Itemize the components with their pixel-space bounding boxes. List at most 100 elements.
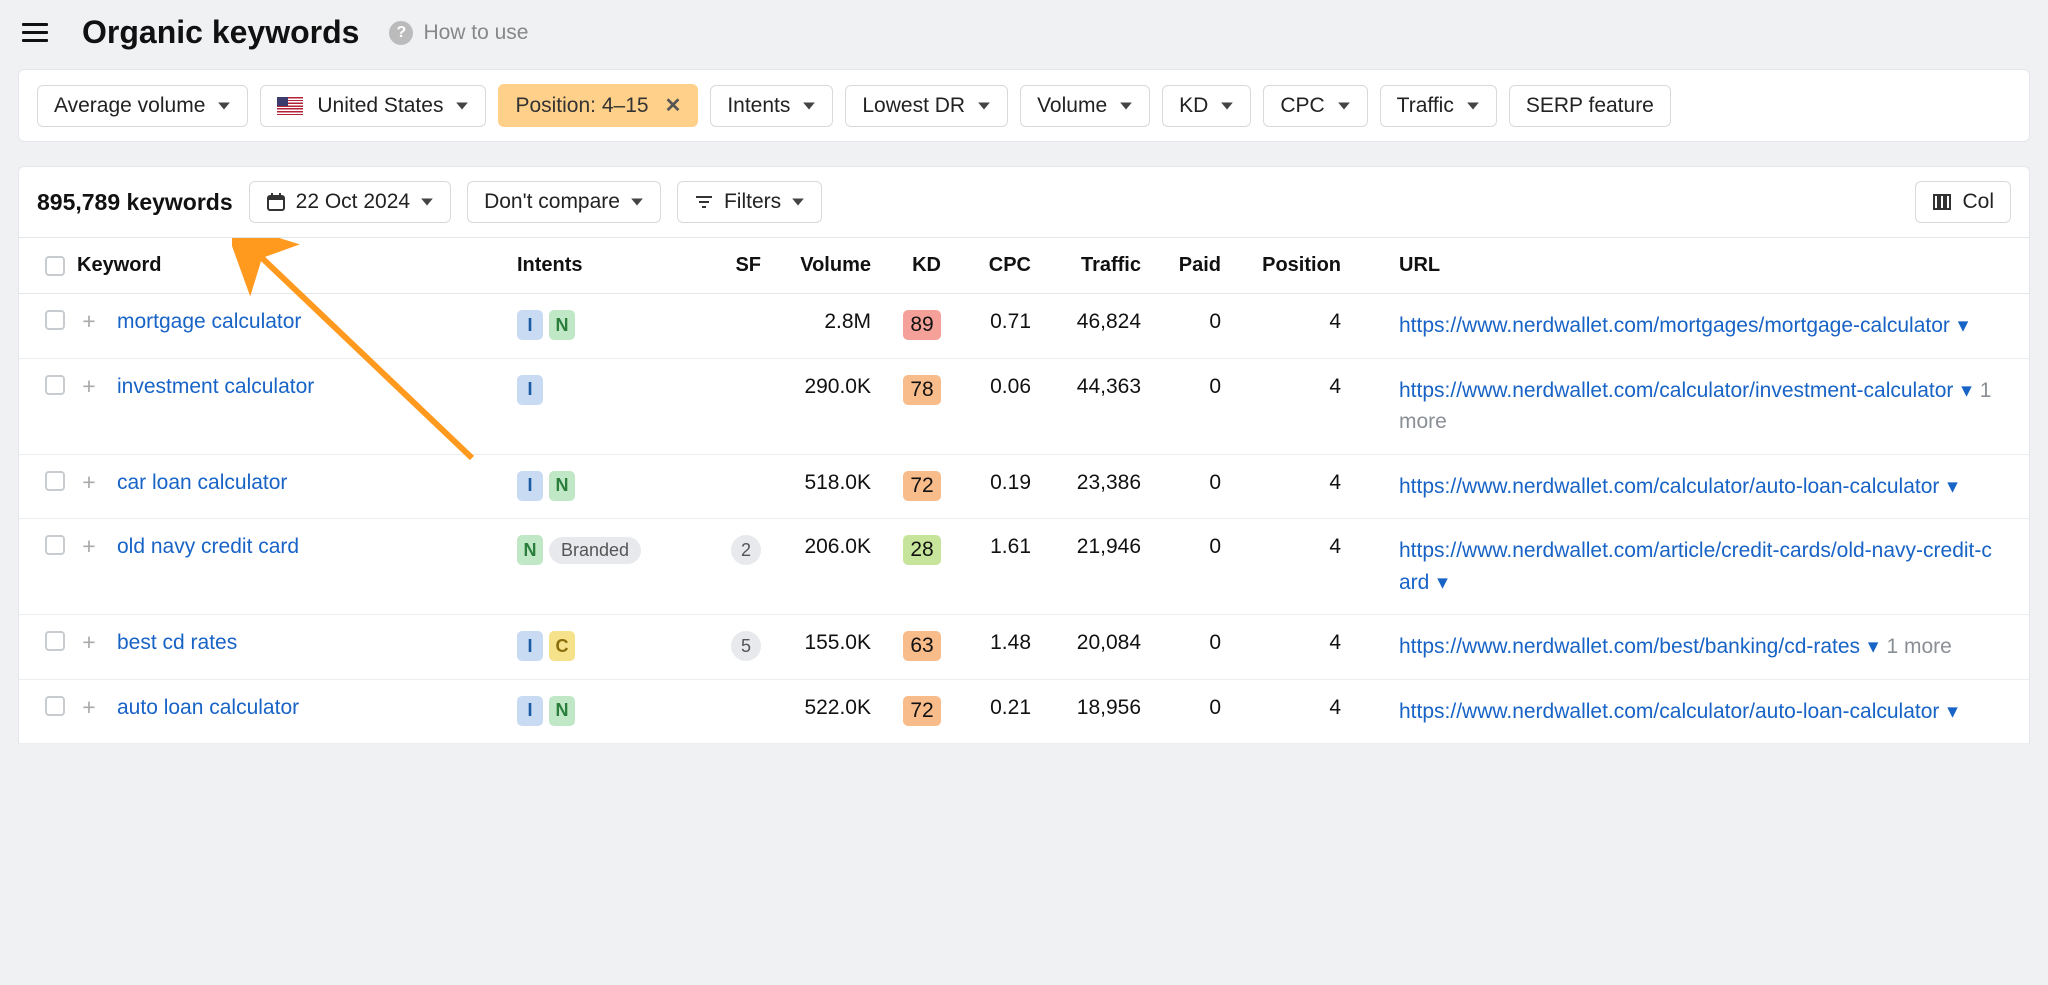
keywords-count: 895,789 keywords	[37, 189, 233, 216]
row-checkbox[interactable]	[45, 375, 65, 395]
url-cell[interactable]: https://www.nerdwallet.com/calculator/au…	[1349, 469, 2009, 505]
keyword-link[interactable]: best cd rates	[117, 631, 237, 654]
row-checkbox[interactable]	[45, 471, 65, 491]
toolbar: 895,789 keywords 22 Oct 2024 Don't compa…	[18, 166, 2030, 744]
add-keyword-button[interactable]: +	[69, 629, 109, 656]
help-icon: ?	[389, 21, 413, 45]
url-dropdown-icon[interactable]: ▾	[1941, 475, 1957, 498]
url-cell[interactable]: https://www.nerdwallet.com/mortgages/mor…	[1349, 308, 2009, 344]
filter-position-active[interactable]: Position: 4–15 ✕	[498, 84, 698, 127]
url-cell[interactable]: https://www.nerdwallet.com/calculator/in…	[1349, 373, 2009, 440]
col-volume[interactable]: Volume	[769, 250, 879, 281]
url-cell[interactable]: https://www.nerdwallet.com/article/credi…	[1349, 533, 2009, 600]
table-row: +best cd ratesIC5155.0K631.4820,08404htt…	[19, 615, 2029, 680]
intent-badge-i: I	[517, 631, 543, 661]
volume-cell: 518.0K	[769, 469, 879, 497]
page-title: Organic keywords	[82, 14, 359, 51]
kd-cell: 28	[879, 533, 949, 567]
intent-badge-i: I	[517, 310, 543, 340]
paid-cell: 0	[1149, 373, 1229, 401]
menu-icon[interactable]	[18, 19, 52, 46]
add-keyword-button[interactable]: +	[69, 373, 109, 400]
columns-button[interactable]: Col	[1915, 181, 2011, 223]
col-kd[interactable]: KD	[879, 250, 949, 281]
row-checkbox[interactable]	[45, 535, 65, 555]
col-traffic[interactable]: Traffic	[1039, 250, 1149, 281]
keyword-link[interactable]: car loan calculator	[117, 471, 287, 494]
add-keyword-button[interactable]: +	[69, 308, 109, 335]
col-cpc[interactable]: CPC	[949, 250, 1039, 281]
add-keyword-button[interactable]: +	[69, 469, 109, 496]
cpc-cell: 0.06	[949, 373, 1039, 401]
paid-cell: 0	[1149, 629, 1229, 657]
chevron-down-icon	[791, 195, 805, 209]
intent-badge-c: C	[549, 631, 575, 661]
filter-lowest-dr[interactable]: Lowest DR	[845, 85, 1008, 127]
paid-cell: 0	[1149, 533, 1229, 561]
url-dropdown-icon[interactable]: ▾	[1862, 635, 1878, 658]
chevron-down-icon	[977, 99, 991, 113]
how-to-use-label: How to use	[423, 21, 528, 45]
intent-badge-n: N	[549, 310, 575, 340]
col-sf[interactable]: SF	[709, 250, 769, 281]
sf-cell	[709, 469, 769, 473]
url-cell[interactable]: https://www.nerdwallet.com/calculator/au…	[1349, 694, 2009, 730]
add-keyword-button[interactable]: +	[69, 533, 109, 560]
filter-icon	[694, 192, 714, 212]
how-to-use-link[interactable]: ? How to use	[389, 21, 528, 45]
more-urls[interactable]: 1 more	[1886, 635, 1951, 658]
date-picker[interactable]: 22 Oct 2024	[249, 181, 451, 223]
filter-country[interactable]: United States	[260, 85, 486, 127]
chevron-down-icon	[630, 195, 644, 209]
keyword-link[interactable]: investment calculator	[117, 375, 314, 398]
add-keyword-button[interactable]: +	[69, 694, 109, 721]
col-position[interactable]: Position	[1229, 250, 1349, 281]
row-checkbox[interactable]	[45, 631, 65, 651]
url-dropdown-icon[interactable]: ▾	[1941, 700, 1957, 723]
us-flag-icon	[277, 97, 303, 115]
keyword-link[interactable]: mortgage calculator	[117, 310, 301, 333]
filter-volume[interactable]: Volume	[1020, 85, 1150, 127]
calendar-icon	[266, 192, 286, 212]
select-all-checkbox[interactable]	[45, 256, 65, 276]
col-keyword[interactable]: Keyword	[69, 250, 509, 281]
intent-badge-i: I	[517, 696, 543, 726]
intent-badge-i: I	[517, 375, 543, 405]
filter-cpc[interactable]: CPC	[1263, 85, 1367, 127]
intent-badge-n: N	[549, 696, 575, 726]
row-checkbox[interactable]	[45, 310, 65, 330]
keyword-link[interactable]: auto loan calculator	[117, 696, 299, 719]
branded-badge: Branded	[549, 537, 641, 564]
cpc-cell: 0.71	[949, 308, 1039, 336]
chevron-down-icon	[1466, 99, 1480, 113]
filter-intents[interactable]: Intents	[710, 85, 833, 127]
url-dropdown-icon[interactable]: ▾	[1431, 571, 1447, 594]
filter-average-volume[interactable]: Average volume	[37, 85, 248, 127]
filter-traffic[interactable]: Traffic	[1380, 85, 1497, 127]
close-icon[interactable]: ✕	[665, 93, 682, 118]
kd-cell: 63	[879, 629, 949, 663]
filter-kd[interactable]: KD	[1162, 85, 1251, 127]
url-cell[interactable]: https://www.nerdwallet.com/best/banking/…	[1349, 629, 2009, 665]
traffic-cell: 46,824	[1039, 308, 1149, 336]
sf-cell	[709, 308, 769, 312]
col-url[interactable]: URL	[1349, 250, 2009, 281]
row-checkbox[interactable]	[45, 696, 65, 716]
table-row: +car loan calculatorIN518.0K720.1923,386…	[19, 455, 2029, 520]
intent-badge-i: I	[517, 471, 543, 501]
volume-cell: 2.8M	[769, 308, 879, 336]
traffic-cell: 20,084	[1039, 629, 1149, 657]
volume-cell: 290.0K	[769, 373, 879, 401]
compare-button[interactable]: Don't compare	[467, 181, 661, 223]
kd-cell: 72	[879, 694, 949, 728]
col-paid[interactable]: Paid	[1149, 250, 1229, 281]
intent-badges: IN	[517, 310, 701, 340]
filter-serp-features[interactable]: SERP feature	[1509, 85, 1671, 127]
keyword-link[interactable]: old navy credit card	[117, 535, 299, 558]
col-intents[interactable]: Intents	[509, 250, 709, 281]
header: Organic keywords ? How to use	[0, 0, 2048, 69]
url-dropdown-icon[interactable]: ▾	[1952, 314, 1968, 337]
url-dropdown-icon[interactable]: ▾	[1955, 379, 1971, 402]
filters-button[interactable]: Filters	[677, 181, 822, 223]
chevron-down-icon	[1337, 99, 1351, 113]
